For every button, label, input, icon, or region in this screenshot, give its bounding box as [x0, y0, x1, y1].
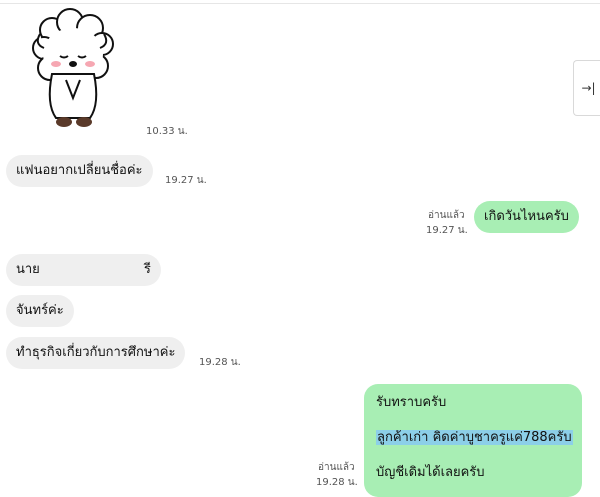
message-line: บัญชีเดิมได้เลยครับ: [376, 465, 485, 480]
expand-panel-button[interactable]: →|: [573, 60, 600, 116]
message-time: 19.27 น.: [165, 175, 207, 186]
arrow-to-bar-icon: →|: [581, 81, 596, 95]
message-time: 10.33 น.: [146, 126, 188, 137]
message-time: 19.28 น.: [199, 357, 241, 368]
read-receipt: อ่านแล้ว: [318, 462, 355, 473]
selected-text[interactable]: ลูกค้าเก่า คิดค่าบูชาครูแค่788ครับ: [376, 430, 573, 445]
message-text-end: รี: [143, 262, 151, 277]
incoming-message[interactable]: จันทร์ค่ะ: [6, 295, 74, 327]
message-time: 19.28 น.: [316, 477, 358, 488]
read-receipt: อ่านแล้ว: [428, 210, 465, 221]
incoming-message[interactable]: นาย รี: [6, 254, 161, 286]
message-line-highlighted: ลูกค้าเก่า คิดค่าบูชาครูแค่788ครับ: [376, 423, 573, 458]
incoming-message[interactable]: แฟนอยากเปลี่ยนชื่อค่ะ: [6, 155, 153, 187]
top-divider: [0, 3, 600, 4]
message-time: 19.27 น.: [426, 225, 468, 236]
message-text-start: นาย: [16, 262, 40, 277]
message-line: รับทราบครับ: [376, 395, 447, 410]
incoming-message[interactable]: ทำธุรกิจเกี่ยวกับการศึกษาค่ะ: [6, 337, 186, 369]
outgoing-message[interactable]: เกิดวันไหนครับ: [474, 201, 579, 233]
sheep-bowing-sticker: [32, 8, 114, 127]
outgoing-message[interactable]: รับทราบครับ ลูกค้าเก่า คิดค่าบูชาครูแค่7…: [364, 384, 582, 497]
redacted-area: [39, 260, 144, 279]
